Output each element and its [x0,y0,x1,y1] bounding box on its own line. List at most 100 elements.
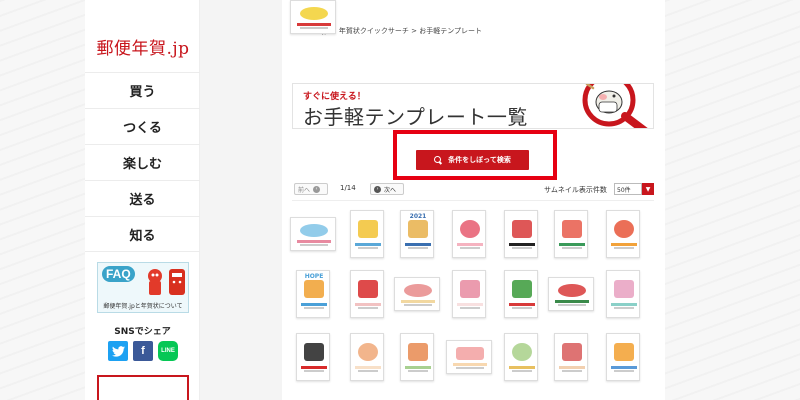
thumbnail-illustration [613,219,635,238]
thumbnail-illustration [357,342,379,361]
thumbnail-text-line [357,247,379,250]
grid-divider [292,200,654,201]
thumbnail-accent [405,242,431,246]
page-title: お手軽テンプレート一覧 [303,105,528,129]
template-thumbnail[interactable] [554,210,588,258]
thumbnail-accent [355,242,381,246]
thumbnail-text-line [303,307,325,310]
thumbnail-text-line [407,247,429,250]
sidebar-item-buy[interactable]: 買う [85,72,200,108]
thumbnail-illustration [407,342,429,361]
template-thumbnail[interactable]: HOPE [296,270,330,318]
line-icon: LINE [161,348,175,354]
thumbnail-caption: HOPE [304,272,324,280]
sidebar-item-enjoy[interactable]: 楽しむ [85,144,200,180]
thumbnail-accent [509,242,535,246]
line-share-button[interactable]: LINE [158,341,178,361]
site-logo[interactable]: 郵便年賀.jp [93,34,193,59]
thumbnail-text-line [407,370,429,373]
template-thumbnail[interactable] [290,0,336,34]
thumbnail-illustration [459,279,481,298]
sidebar-bottom-banner[interactable] [97,375,189,400]
page-background-left [0,0,85,400]
template-thumbnail[interactable] [296,333,330,381]
thumbnail-illustration [404,284,432,298]
pager-prev-label: 前へ [298,186,311,194]
thumbnail-illustration [357,279,379,298]
thumbnail-accent [355,302,381,306]
thumbnail-accent [509,365,535,369]
template-thumbnail[interactable] [606,333,640,381]
template-thumbnail[interactable] [452,210,486,258]
thumbnail-illustration [613,279,635,298]
thumbnail-illustration [613,342,635,361]
per-page-select[interactable]: 50件 [614,183,642,195]
template-thumbnail[interactable] [504,270,538,318]
thumbnail-accent [301,302,327,306]
template-thumbnail[interactable]: 2021 [400,210,434,258]
faq-banner[interactable]: FAQ 郵便年賀.jpと年賀状について [97,262,189,313]
template-thumbnail[interactable] [554,333,588,381]
template-thumbnail[interactable] [606,270,640,318]
thumbnail-text-line [558,303,586,306]
thumbnail-accent [457,302,483,306]
thumbnail-text-line [303,370,325,373]
template-thumbnail[interactable] [394,277,440,311]
sidebar-item-learn[interactable]: 知る [85,216,200,252]
thumbnail-text-line [300,243,328,246]
thumbnail-text-line [613,247,635,250]
template-thumbnail[interactable] [452,270,486,318]
thumbnail-text-line [511,307,533,310]
template-thumbnail[interactable] [350,210,384,258]
thumbnail-illustration [511,219,533,238]
sns-title: SNSでシェア [114,327,171,337]
twitter-share-button[interactable] [108,341,128,361]
thumbnail-text-line [357,307,379,310]
thumbnail-text-line [404,303,432,306]
faq-caption: 郵便年賀.jpと年賀状について [103,303,183,310]
mascot-icon [148,269,185,295]
thumbnail-text-line [357,370,379,373]
per-page-label: サムネイル表示件数 [544,186,607,194]
thumbnail-accent [509,302,535,306]
template-thumbnail[interactable] [400,333,434,381]
pager-next-button[interactable]: › 次へ [370,183,404,195]
facebook-share-button[interactable]: f [133,341,153,361]
template-thumbnail[interactable] [606,210,640,258]
sidebar-item-make[interactable]: つくる [85,108,200,144]
thumbnail-illustration [303,342,325,361]
thumbnail-accent [301,365,327,369]
template-thumbnail[interactable] [350,333,384,381]
pager-bar: 前へ ‹ 1/14 › 次へ サムネイル表示件数 50件 ▼ [292,182,654,196]
sidebar: 郵便年賀.jp 買う つくる 楽しむ 送る 知る FAQ 郵便年賀.jpと年賀状… [85,0,200,400]
chevron-down-icon[interactable]: ▼ [642,183,654,195]
sidebar-item-send[interactable]: 送る [85,180,200,216]
facebook-icon: f [141,345,145,357]
thumbnail-accent [611,302,637,306]
thumbnail-illustration [558,284,586,298]
template-thumbnail[interactable] [446,340,492,374]
template-thumbnail[interactable] [504,333,538,381]
thumbnail-illustration [303,279,325,298]
faq-label: FAQ [102,266,135,282]
template-thumbnail[interactable] [504,210,538,258]
thumbnail-accent [559,365,585,369]
chevron-left-icon: ‹ [313,185,321,193]
template-thumbnail[interactable] [350,270,384,318]
thumbnail-accent [559,242,585,246]
thumbnail-text-line [456,366,484,369]
thumbnail-illustration [561,342,583,361]
thumbnail-illustration [561,219,583,238]
thumbnail-text-line [561,247,583,250]
template-thumbnail[interactable] [290,217,336,251]
twitter-icon [111,345,125,357]
thumbnail-text-line [561,370,583,373]
template-thumbnail[interactable] [548,277,594,311]
filter-search-label: 条件をしぼって検索 [448,156,511,164]
filter-search-button[interactable]: 条件をしぼって検索 [416,150,529,170]
thumbnail-text-line [459,247,481,250]
search-icon [434,156,442,164]
pager-prev-button[interactable]: 前へ ‹ [294,183,328,195]
thumbnail-accent [405,365,431,369]
sns-buttons: f LINE [108,341,178,361]
